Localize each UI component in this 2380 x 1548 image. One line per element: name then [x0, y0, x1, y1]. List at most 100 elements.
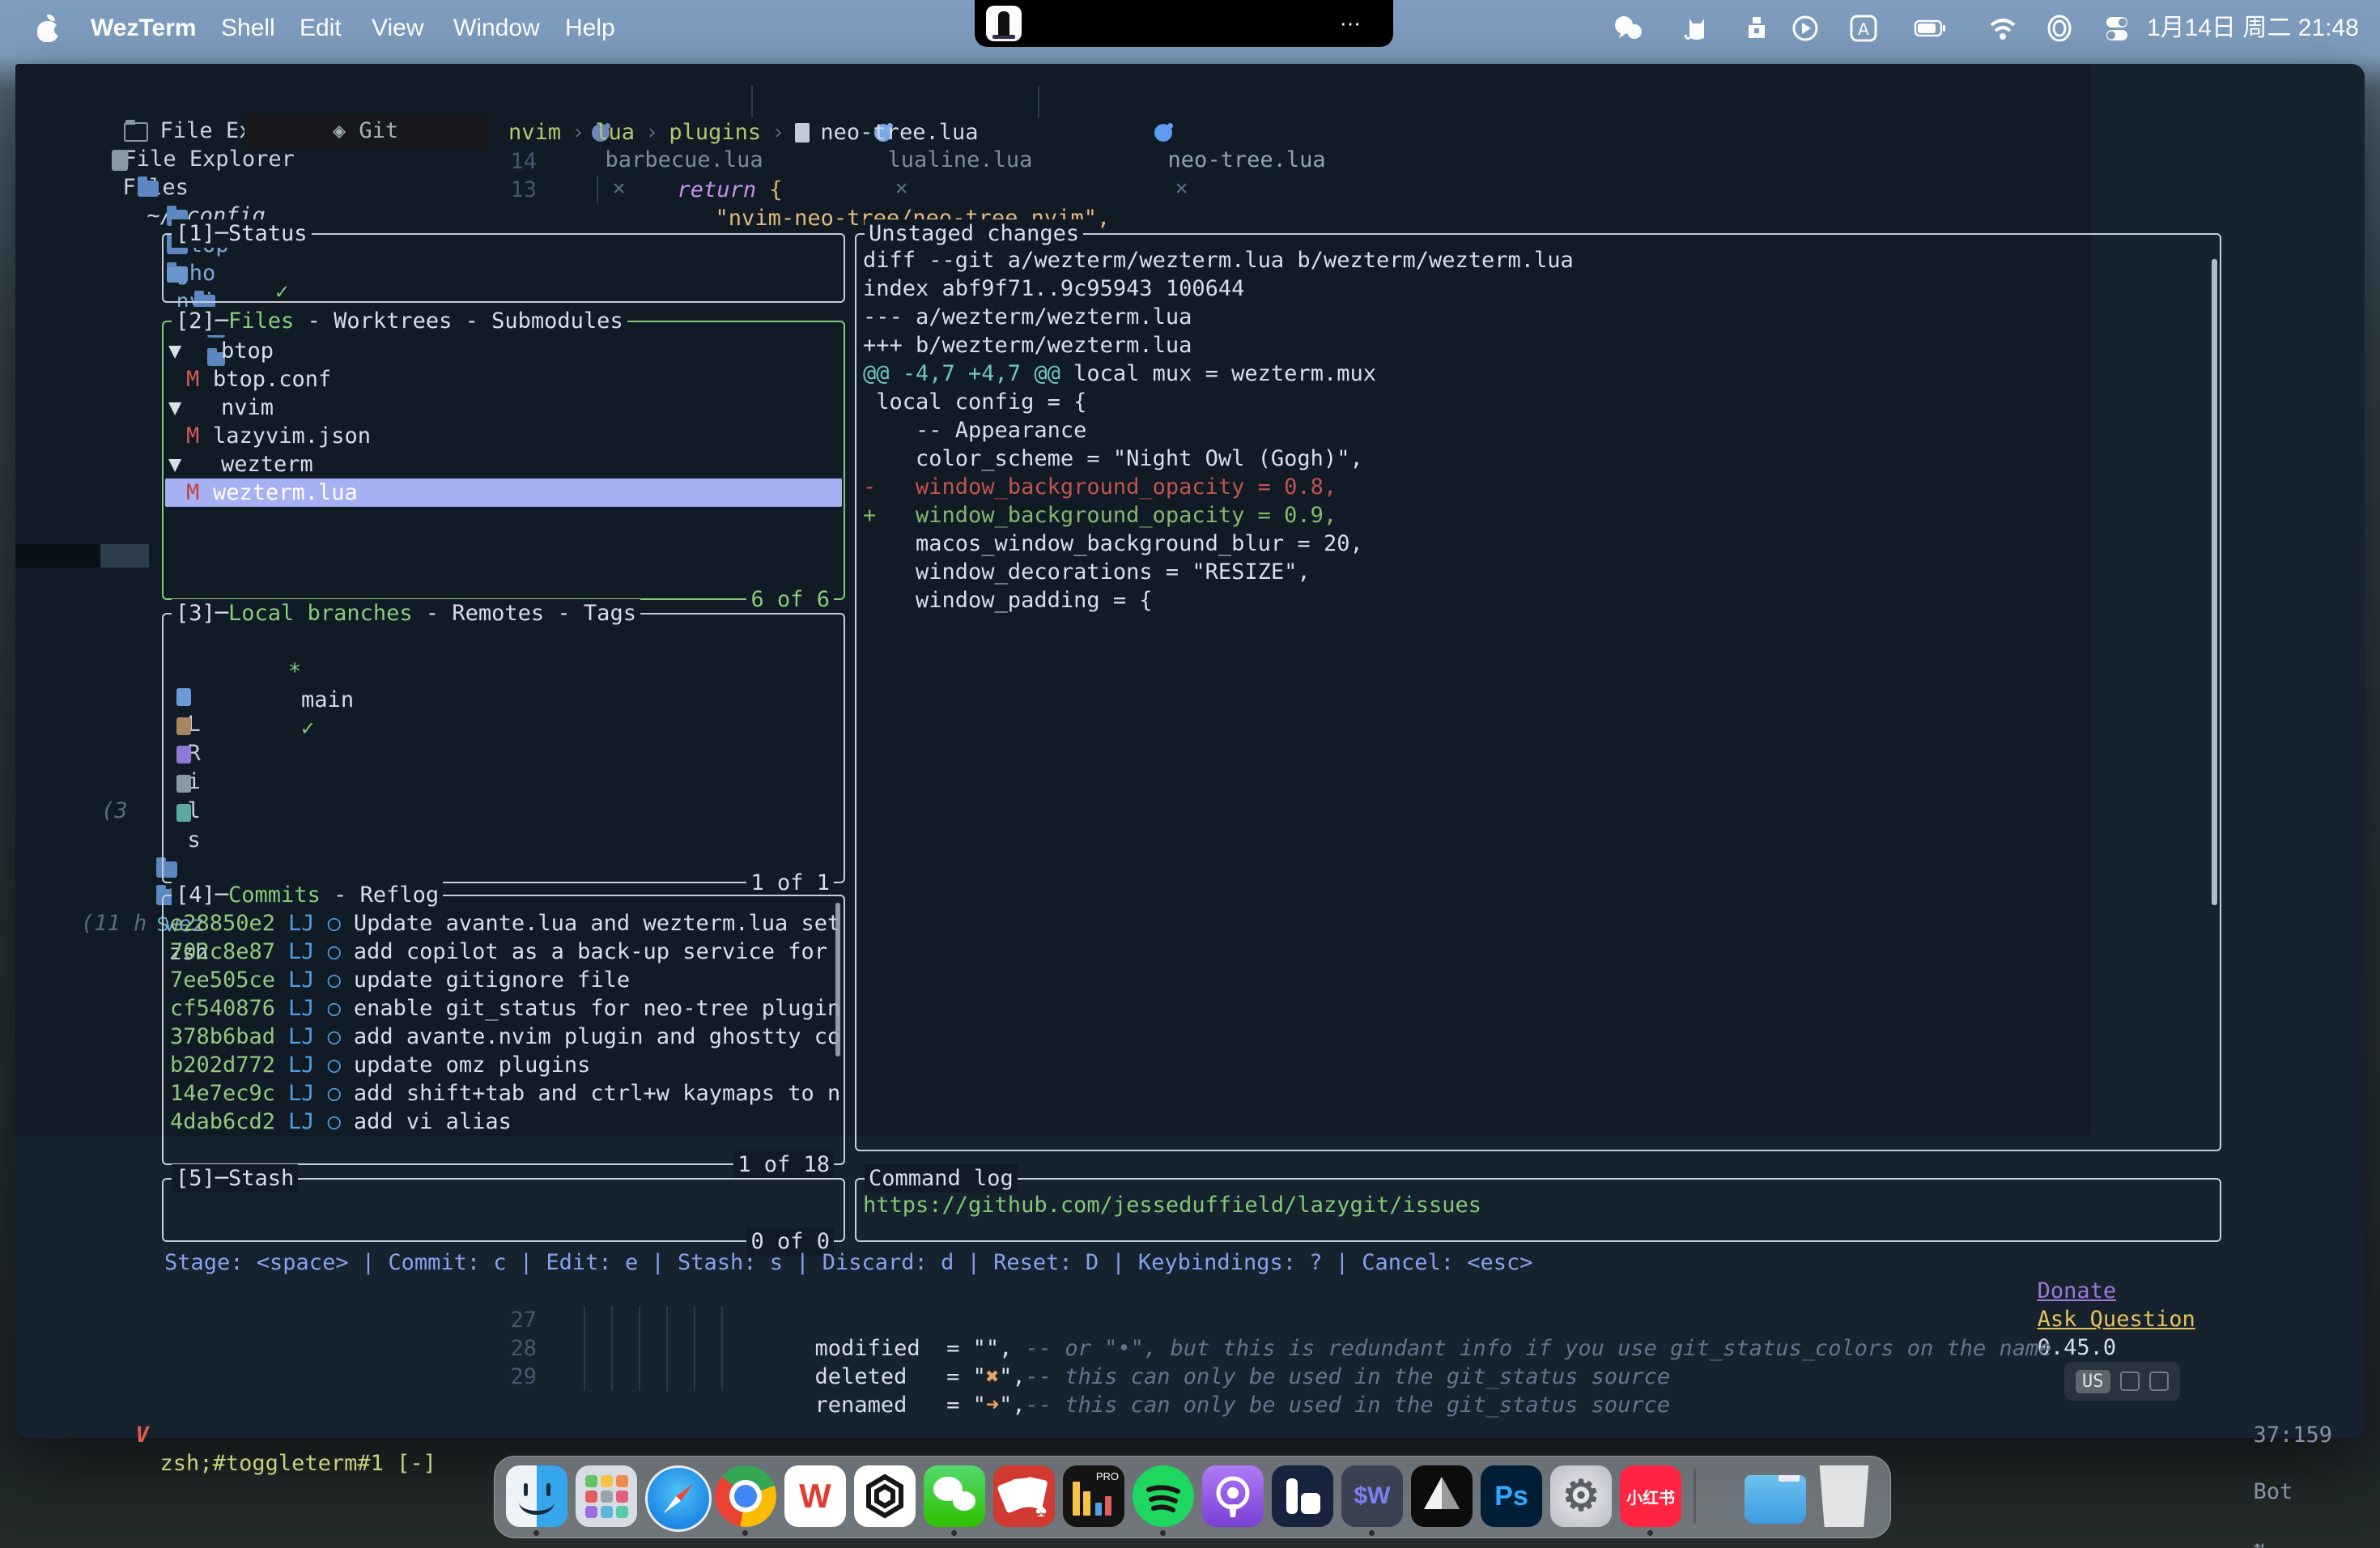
dock-prism-app[interactable]	[1411, 1465, 1473, 1527]
lazygit-files-panel[interactable]: [2]─Files - Worktrees - Submodules ▼btop…	[162, 321, 845, 600]
commit-row[interactable]: e28850e2LJ○Update avante.lua and wezterm…	[164, 909, 839, 938]
file-row-selected[interactable]: Mwezterm.lua	[165, 478, 842, 507]
dock-spotify[interactable]	[1133, 1465, 1194, 1527]
dock-safari[interactable]	[645, 1465, 712, 1532]
donate-link[interactable]: Donate	[2038, 1278, 2117, 1303]
files-count: 6 of 6	[746, 585, 834, 614]
dock-podcasts[interactable]	[1202, 1465, 1264, 1527]
close-icon[interactable]: ×	[1154, 176, 1188, 201]
branch-row[interactable]: * main ✓	[183, 629, 354, 657]
dock-wechat[interactable]	[924, 1465, 985, 1527]
wifi-menu-icon[interactable]	[1985, 14, 2021, 43]
dock-chrome[interactable]	[715, 1465, 776, 1527]
line-number: 28	[486, 1334, 537, 1363]
menu-item-view[interactable]: View	[372, 0, 423, 57]
lazygit-links: Donate Ask Question 0.45.0	[1958, 1248, 2208, 1277]
tree-root[interactable]: ~/.config	[58, 145, 266, 173]
stats-menu-icon[interactable]	[1739, 14, 1774, 43]
tab-barbecue[interactable]: barbecue.lua ×	[512, 89, 763, 117]
menu-item-window[interactable]: Window	[453, 0, 540, 57]
lazygit-stash-panel[interactable]: [5]─Stash 0 of 0	[162, 1178, 845, 1242]
tree-item-btop[interactable]: btop	[87, 174, 229, 202]
lazygit-command-log-panel[interactable]: Command log https://github.com/jesseduff…	[855, 1178, 2221, 1242]
sidebar-tab-git[interactable]: ◈ Git	[244, 115, 487, 147]
git-diamond-icon: ◈	[333, 118, 346, 143]
lazygit-diff-panel[interactable]: Unstaged changes diff --git a/wezterm/we…	[855, 233, 2221, 1151]
cat-menu-icon[interactable]	[1680, 14, 1715, 43]
menu-item-edit[interactable]: Edit	[300, 0, 342, 57]
dock-system-settings[interactable]: ⚙	[1550, 1465, 1612, 1527]
dock-xiaohongshu[interactable]: 小红书	[1620, 1465, 1681, 1527]
indent-guide	[694, 1306, 695, 1391]
tab-lualine[interactable]: lualine.lua ×	[795, 89, 1032, 117]
dock-launchpad[interactable]	[576, 1465, 637, 1527]
apple-menu-icon[interactable]	[36, 15, 60, 42]
lazygit-status-panel[interactable]: [1]─Status ✓ .config → main	[162, 233, 845, 303]
running-indicator	[951, 1530, 957, 1536]
cleaner-menu-icon[interactable]	[2042, 14, 2077, 43]
diff-added-line: + window_background_opacity = 0.9,	[863, 501, 2207, 529]
battery-menu-icon[interactable]	[1912, 14, 1948, 43]
commit-row[interactable]: 7ee505ceLJ○update gitignore file	[164, 966, 839, 994]
dock-money-w-app[interactable]: $W	[1341, 1465, 1403, 1527]
dock-chatgpt[interactable]	[854, 1465, 916, 1527]
notch-app-icon	[986, 6, 1022, 41]
diff-line: +++ b/wezterm/wezterm.lua	[863, 331, 2207, 359]
sidebar-selected-strip-2	[100, 544, 149, 568]
diff-deleted-line: - window_background_opacity = 0.8,	[863, 473, 2207, 501]
ellipsis-icon[interactable]: ⋯	[1340, 0, 1362, 47]
dock-liquidtext[interactable]	[1272, 1465, 1333, 1527]
lazygit-commits-panel[interactable]: [4]─Commits - Reflog e28850e2LJ○Update a…	[162, 895, 845, 1165]
dock-wps-office[interactable]: W	[784, 1465, 846, 1527]
commit-node-icon: ○	[328, 1051, 341, 1079]
sidebar-tab-files[interactable]: Files	[32, 117, 189, 145]
code-line-29: renamed = "➜",-- this can only be used i…	[736, 1363, 1670, 1391]
breadcrumb: nvim › lua › plugins › neo-tree.lua	[508, 119, 978, 147]
commit-row[interactable]: 4dab6cd2LJ○add vi alias	[164, 1108, 839, 1136]
commit-list: e28850e2LJ○Update avante.lua and wezterm…	[164, 909, 839, 1136]
wechat-menu-icon[interactable]	[1611, 14, 1647, 43]
diff-line: window_decorations = "RESIZE",	[863, 558, 2207, 586]
input-source-overlay: US	[2064, 1362, 2180, 1401]
play-menu-icon[interactable]	[1787, 14, 1823, 43]
breadcrumb-dir[interactable]: plugins	[669, 119, 761, 147]
commits-scrollbar[interactable]	[835, 903, 840, 1057]
file-row[interactable]: ▼btop	[165, 337, 842, 365]
tab-neo-tree[interactable]: neo-tree.lua ×	[1075, 89, 1326, 117]
svg-text:A: A	[1858, 19, 1869, 39]
status-line[interactable]: ✓ .config → main	[170, 249, 471, 278]
dock-finder[interactable]	[506, 1465, 567, 1527]
commit-row[interactable]: 702c8e87LJ○add copilot as a back-up serv…	[164, 938, 839, 966]
menu-clock[interactable]: 1月14日 周二 21:48	[2147, 0, 2359, 57]
control-center-menu-icon[interactable]	[2098, 14, 2134, 43]
diff-hunk-line: @@ -4,7 +4,7 @@ local mux = wezterm.mux	[863, 359, 2207, 388]
commit-row[interactable]: 14e7ec9cLJ○add shift+tab and ctrl+w kaym…	[164, 1079, 839, 1108]
ask-question-link[interactable]: Ask Question	[2038, 1307, 2195, 1332]
diff-line: index abf9f71..9c95943 100644	[863, 274, 2207, 303]
dock-money-pro[interactable]: PRO	[1063, 1465, 1124, 1527]
menu-item-help[interactable]: Help	[565, 0, 615, 57]
diff-scrollbar[interactable]	[2212, 259, 2217, 905]
breadcrumb-dir[interactable]: lua	[595, 119, 635, 147]
commit-row[interactable]: cf540876LJ○enable git_status for neo-tre…	[164, 994, 839, 1023]
file-row[interactable]: ▼wezterm	[165, 450, 842, 478]
menu-app-name[interactable]: WezTerm	[91, 0, 197, 57]
diff-line: window_padding = {	[863, 586, 2207, 615]
file-row[interactable]: Mbtop.conf	[165, 365, 842, 393]
breadcrumb-dir[interactable]: nvim	[508, 119, 561, 147]
dock-photoshop[interactable]: Ps	[1481, 1465, 1542, 1527]
menu-item-shell[interactable]: Shell	[221, 0, 275, 57]
diff-line: color_scheme = "Night Owl (Gogh)",	[863, 444, 2207, 473]
lazygit-branches-panel[interactable]: [3]─Local branches - Remotes - Tags * ma…	[162, 613, 845, 883]
file-row[interactable]: ▼nvim	[165, 393, 842, 422]
commit-row[interactable]: b202d772LJ○update omz plugins	[164, 1051, 839, 1079]
line-number: 14	[486, 147, 537, 176]
file-row[interactable]: Mlazyvim.json	[165, 422, 842, 450]
commit-row[interactable]: 378b6badLJ○add avante.nvim plugin and gh…	[164, 1023, 839, 1051]
dock-downloads-folder[interactable]	[1745, 1475, 1806, 1524]
dock-solitaire[interactable]: ♠	[993, 1465, 1055, 1527]
input-source-menu-icon[interactable]: A	[1846, 14, 1881, 43]
command-log-line[interactable]: https://github.com/jesseduffield/lazygit…	[863, 1191, 1481, 1219]
spade-icon: ♠	[1035, 1497, 1047, 1522]
line-number: 29	[486, 1363, 537, 1391]
